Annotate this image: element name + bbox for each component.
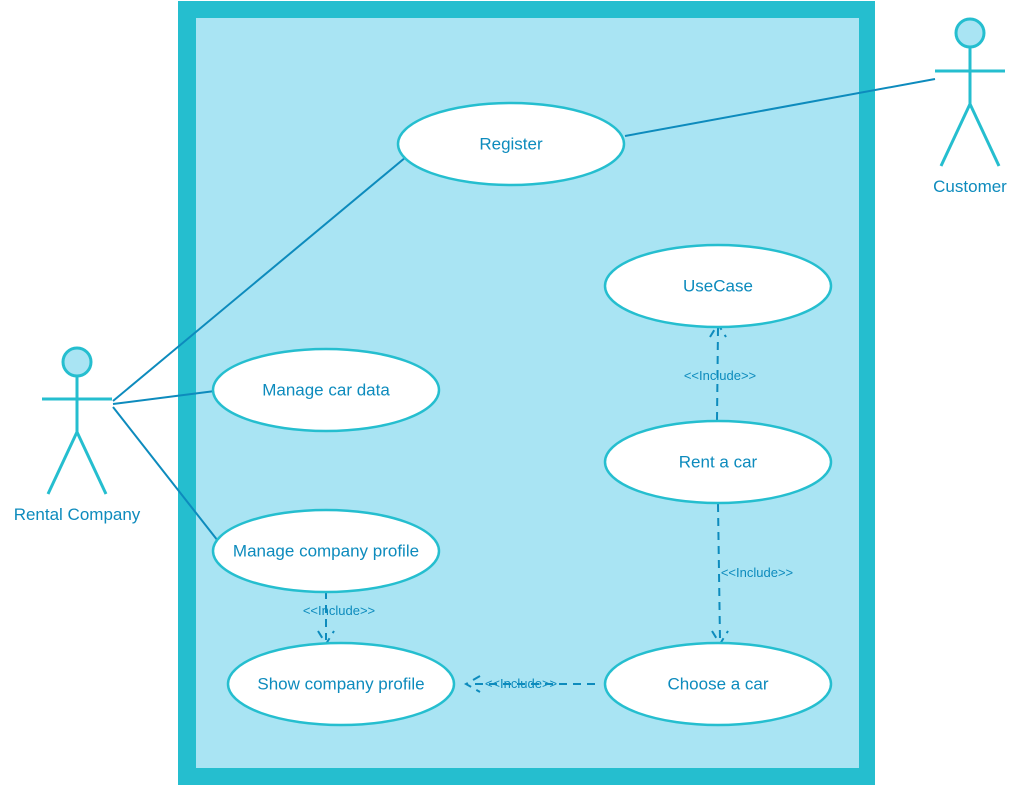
usecase-label: Show company profile (257, 675, 424, 694)
usecase-diagram: Rental Company Customer <<Include>> <<In… (0, 0, 1015, 786)
actor-head-icon (63, 348, 91, 376)
include-label: <<Include>> (684, 368, 756, 383)
usecase-rent-a-car[interactable]: Rent a car (605, 421, 831, 503)
include-label: <<Include>> (303, 603, 375, 618)
actor-label: Customer (933, 177, 1007, 196)
actor-head-icon (956, 19, 984, 47)
usecase-manage-car-data[interactable]: Manage car data (213, 349, 439, 431)
include-label: <<Include>> (485, 676, 557, 691)
usecase-register[interactable]: Register (398, 103, 624, 185)
usecase-label: UseCase (683, 277, 753, 296)
usecase-label: Manage car data (262, 381, 390, 400)
usecase-manage-company-profile[interactable]: Manage company profile (213, 510, 439, 592)
usecase-choose-a-car[interactable]: Choose a car (605, 643, 831, 725)
actor-customer[interactable]: Customer (933, 19, 1007, 196)
usecase-show-company-profile[interactable]: Show company profile (228, 643, 454, 725)
actor-rental-company[interactable]: Rental Company (14, 348, 141, 524)
include-label: <<Include>> (721, 565, 793, 580)
usecase-label: Register (479, 135, 543, 154)
usecase-label: Manage company profile (233, 542, 419, 561)
usecase-label: Choose a car (667, 675, 768, 694)
usecase-usecase[interactable]: UseCase (605, 245, 831, 327)
actor-label: Rental Company (14, 505, 141, 524)
usecase-label: Rent a car (679, 453, 758, 472)
